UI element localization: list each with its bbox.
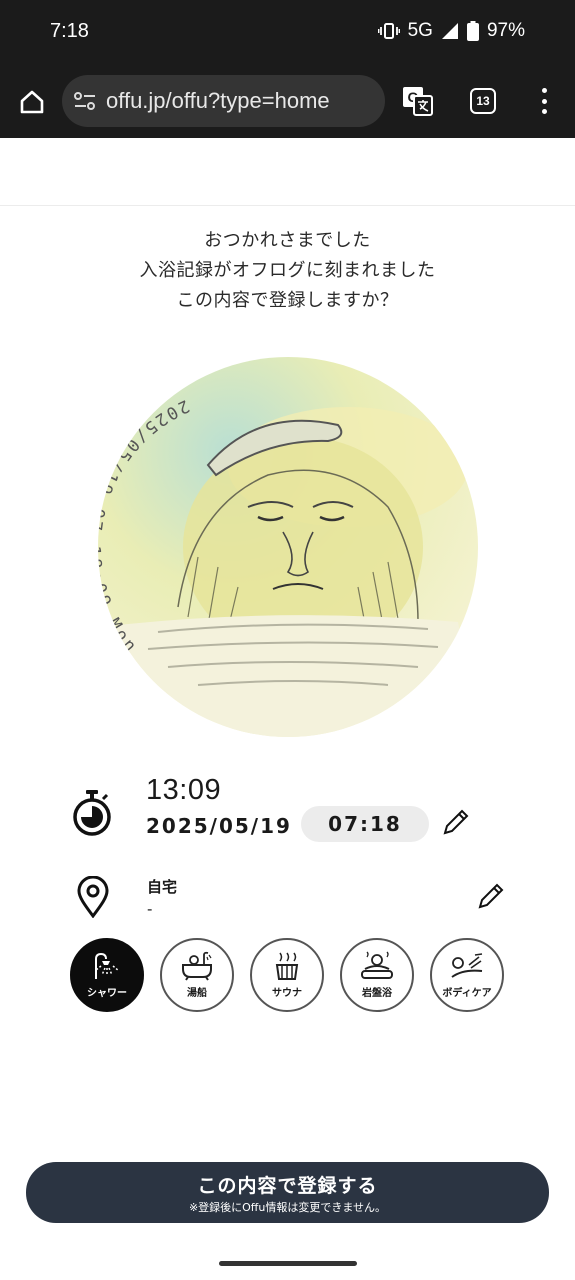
bathtub-icon [182, 951, 212, 981]
battery-icon [466, 21, 479, 41]
elapsed-duration: 13:09 [146, 774, 222, 806]
category-label: サウナ [272, 988, 302, 999]
pencil-icon [478, 883, 504, 909]
battery-level: 97% [486, 20, 525, 41]
register-button-label: この内容で登録する [197, 1175, 378, 1197]
url-text: offu.jp/offu?type=home [106, 88, 330, 113]
place-detail: - [147, 900, 153, 918]
place-name: 自宅 [147, 878, 178, 896]
bath-log-image: 2025/05/19 07:18:09 Mon [98, 357, 478, 737]
confirmation-message: おつかれさまでした 入浴記録がオフログに刻まれました この内容で登録しますか？ [0, 226, 575, 316]
stopwatch-icon [70, 790, 114, 836]
category-bathtub[interactable]: 湯船 [160, 938, 234, 1012]
address-bar[interactable]: offu.jp/offu?type=home [62, 75, 385, 127]
sauna-icon [275, 952, 299, 980]
bath-category-selector: シャワー 湯船 サウナ 岩盤浴 ボディケア [70, 938, 510, 1014]
shower-icon [95, 952, 120, 979]
register-button[interactable]: この内容で登録する ※登録後にOffu情報は変更できません。 [26, 1162, 549, 1223]
tab-switcher-button[interactable]: 13 [470, 88, 496, 114]
category-label: 岩盤浴 [362, 988, 392, 999]
record-time-pill[interactable]: 07:18 [301, 806, 429, 842]
network-label: 5G [407, 20, 433, 41]
more-menu-button[interactable] [536, 86, 552, 116]
body-care-icon [451, 953, 483, 978]
translate-icon: G [403, 87, 433, 116]
status-icons: 5G 97% [377, 20, 525, 42]
place-row: 自宅 - [0, 868, 575, 928]
edit-place-button[interactable] [475, 880, 507, 912]
status-time: 7:18 [50, 20, 89, 42]
location-pin-icon [76, 875, 110, 919]
pencil-icon [443, 809, 469, 835]
menu-dot [541, 98, 547, 104]
category-label: 湯船 [187, 988, 207, 999]
time-record-row: 13:09 2025/05/19 07:18 [0, 772, 575, 852]
home-icon [20, 90, 44, 114]
site-settings-icon[interactable] [72, 88, 98, 114]
register-note: ※登録後にOffu情報は変更できません。 [188, 1201, 387, 1214]
translate-button[interactable]: G [402, 85, 434, 117]
record-date: 2025/05/19 [146, 814, 292, 838]
bedrock-bath-icon [361, 951, 393, 979]
category-label: ボディケア [442, 988, 492, 999]
page-header-strip [0, 138, 575, 206]
home-button[interactable] [14, 84, 50, 120]
category-sauna[interactable]: サウナ [250, 938, 324, 1012]
browser-toolbar: offu.jp/offu?type=home G 13 [0, 66, 575, 138]
message-line-2: 入浴記録がオフログに刻まれました [139, 260, 436, 281]
status-bar: 7:18 5G 97% [0, 0, 575, 66]
vibrate-icon [377, 21, 400, 41]
message-line-3: この内容で登録しますか？ [176, 290, 399, 311]
category-shower[interactable]: シャワー [70, 938, 144, 1012]
message-line-1: おつかれさまでした [204, 230, 371, 251]
category-body-care[interactable]: ボディケア [430, 938, 504, 1012]
edit-time-button[interactable] [440, 806, 472, 838]
signal-icon [441, 22, 459, 40]
category-bedrock-bath[interactable]: 岩盤浴 [340, 938, 414, 1012]
gesture-navigation-bar[interactable] [219, 1261, 357, 1266]
menu-dot [541, 109, 547, 114]
menu-dot [541, 88, 547, 93]
category-label: シャワー [87, 988, 127, 999]
